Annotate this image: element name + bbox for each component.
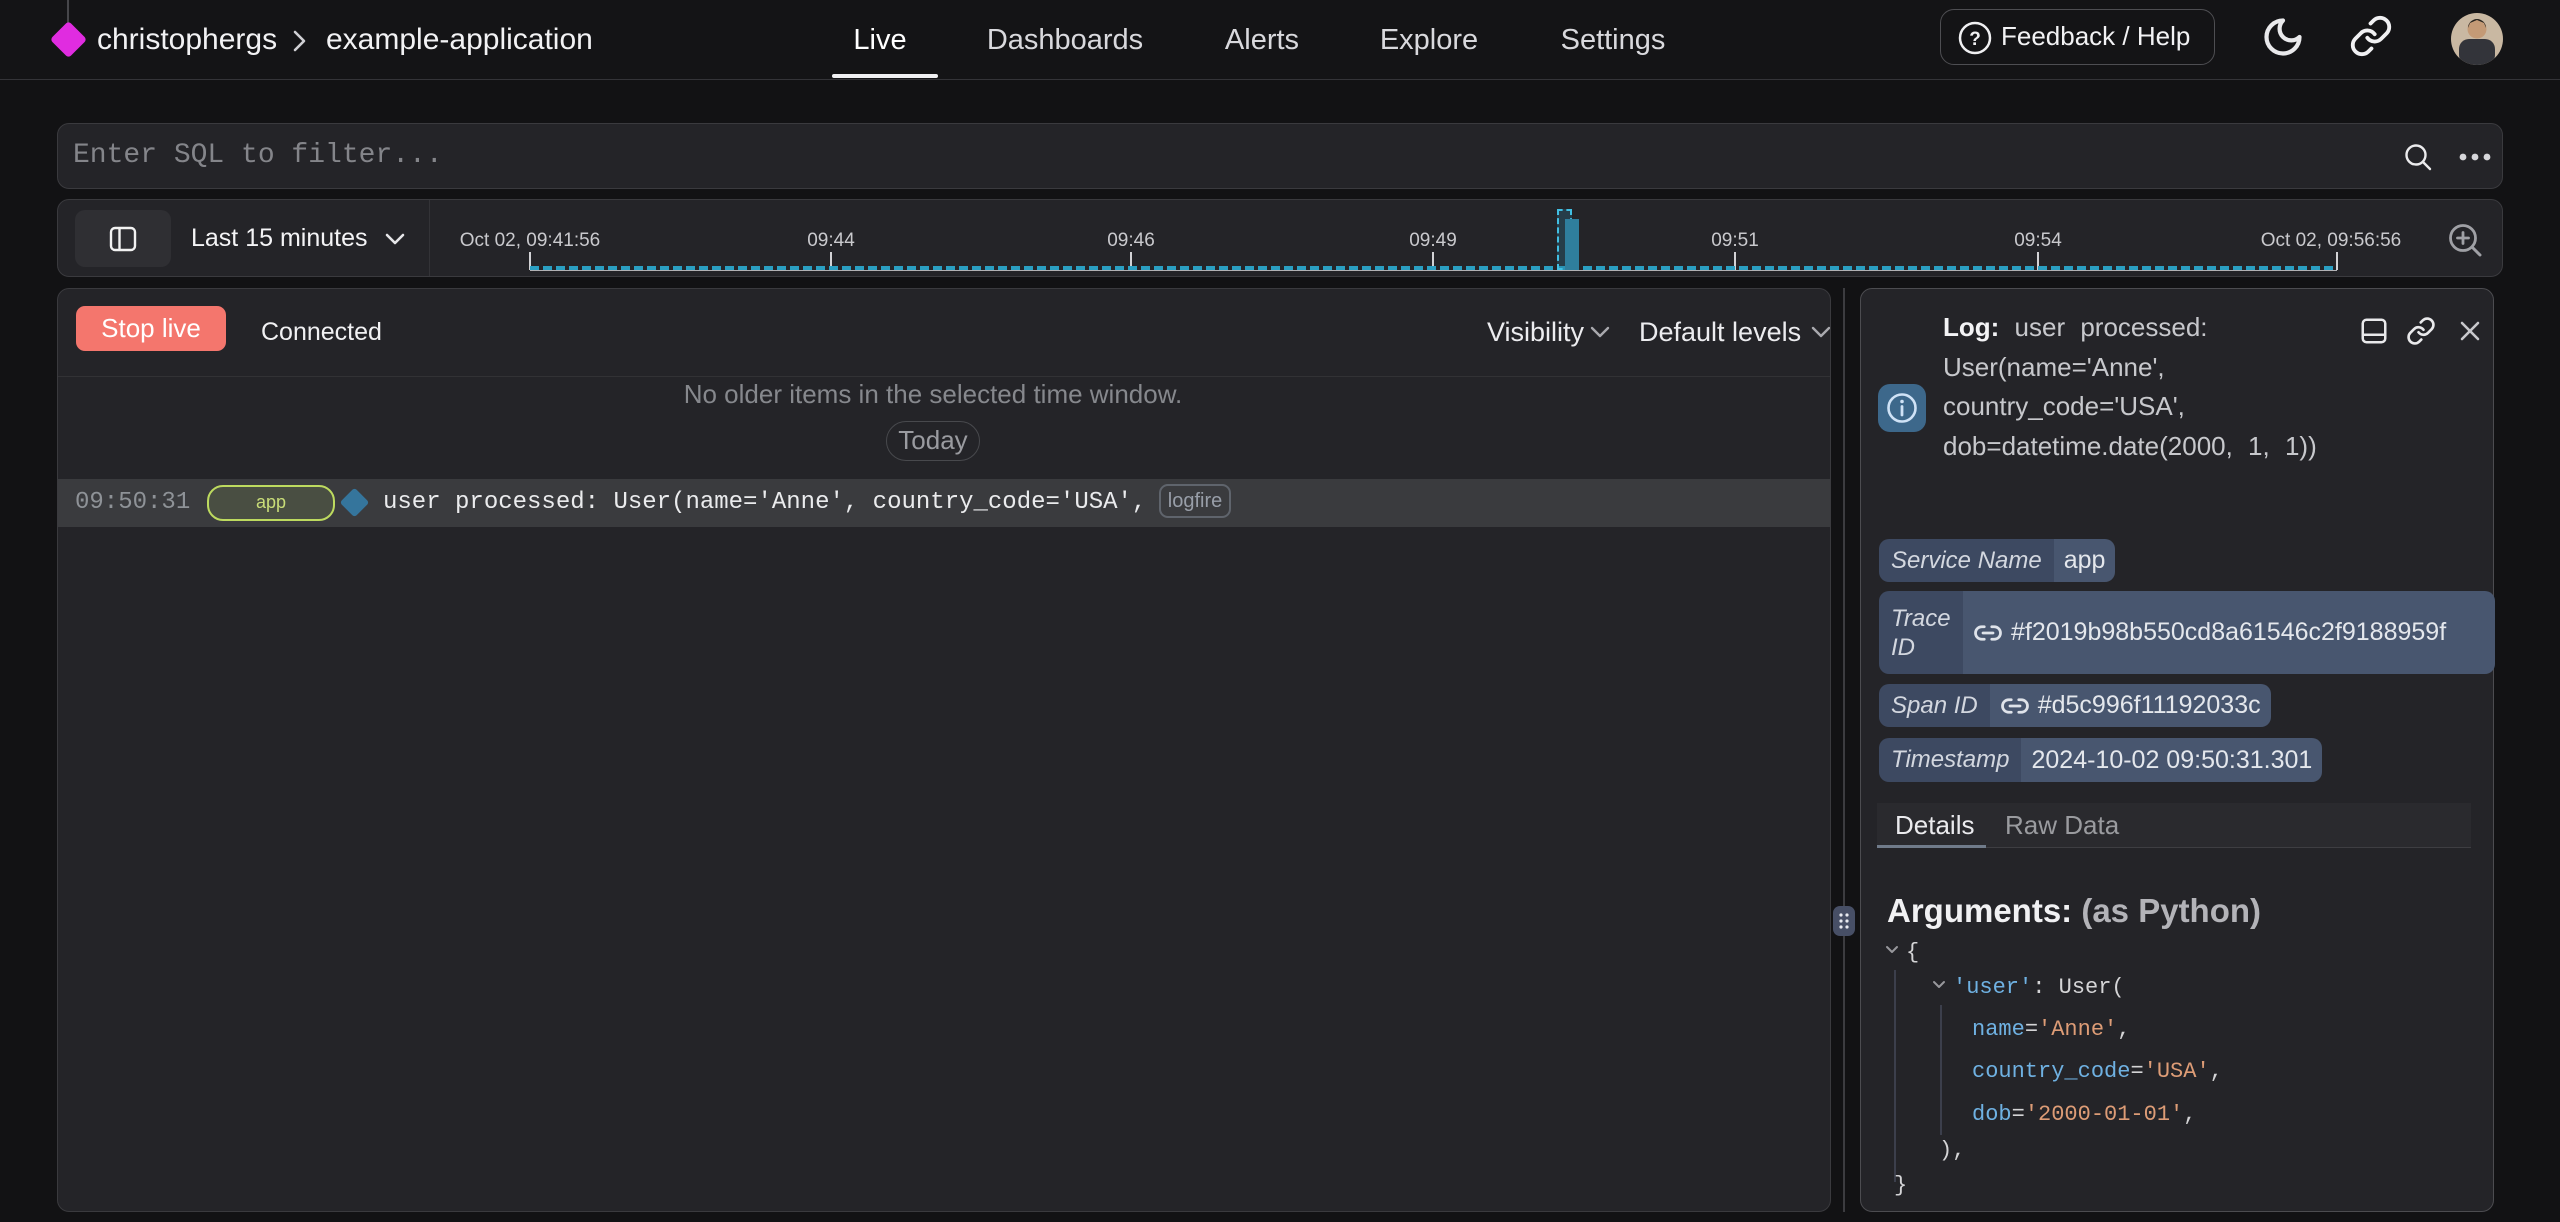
svg-text:?: ? [1969, 29, 1981, 50]
